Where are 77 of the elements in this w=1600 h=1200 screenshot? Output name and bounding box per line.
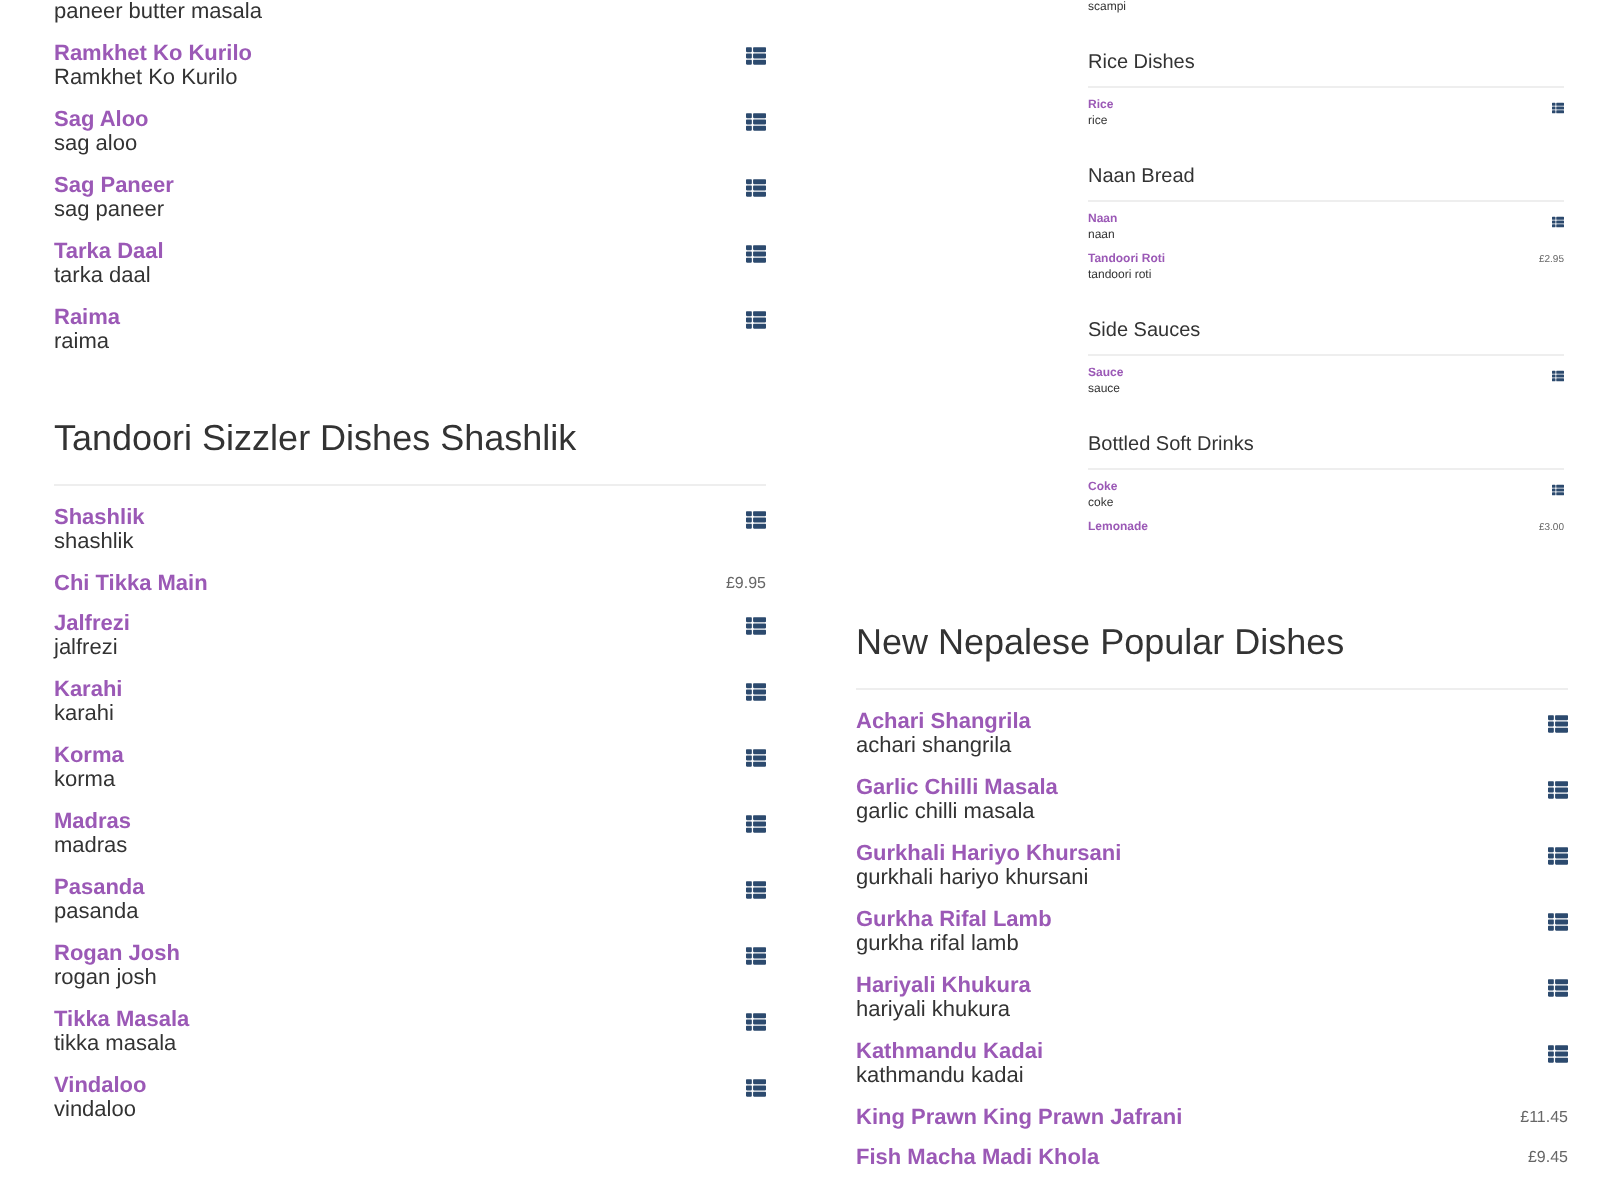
- list-icon[interactable]: [746, 682, 766, 702]
- list-icon[interactable]: [746, 946, 766, 966]
- dish-name[interactable]: Sag Aloo: [54, 108, 149, 132]
- dish-name[interactable]: Karahi: [54, 678, 123, 702]
- dish-name[interactable]: Jalfrezi: [54, 612, 130, 636]
- list-icon[interactable]: [1552, 102, 1564, 114]
- section-heading: New Nepalese Popular Dishes: [856, 620, 1568, 690]
- dish-name[interactable]: Fish Macha Madi Khola: [856, 1146, 1100, 1170]
- dish-name[interactable]: Achari Shangrila: [856, 710, 1031, 734]
- dish-name[interactable]: Tikka Masala: [54, 1008, 190, 1032]
- list-icon[interactable]: [1548, 780, 1568, 800]
- dish-description: sag paneer: [54, 198, 167, 222]
- dish-description: pasanda: [54, 900, 141, 924]
- dish-name[interactable]: Pasanda: [54, 876, 145, 900]
- dish-description: gurkha rifal lamb: [856, 932, 1021, 956]
- dish-name[interactable]: Sag Paneer: [54, 174, 174, 198]
- list-icon[interactable]: [746, 1078, 766, 1098]
- dish-name[interactable]: Rogan Josh: [54, 942, 180, 966]
- dish-description: rogan josh: [54, 966, 159, 990]
- list-icon[interactable]: [1548, 978, 1568, 998]
- item-price: £11.45: [1520, 1106, 1568, 1130]
- list-icon[interactable]: [746, 814, 766, 834]
- list-icon[interactable]: [746, 880, 766, 900]
- dish-name[interactable]: Madras: [54, 810, 132, 834]
- list-icon[interactable]: [746, 616, 766, 636]
- dish-description: raima: [54, 330, 112, 354]
- dish-description: vindaloo: [54, 1098, 138, 1122]
- item-price: £9.45: [1527, 1146, 1568, 1170]
- dish-name[interactable]: Vindaloo: [54, 1074, 147, 1098]
- list-icon[interactable]: [746, 244, 766, 264]
- section-heading: Tandoori Sizzler Dishes Shashlik: [54, 416, 766, 486]
- section-heading: Side Sauces: [1088, 320, 1564, 356]
- list-icon[interactable]: [1548, 912, 1568, 932]
- dish-description: shashlik: [54, 530, 136, 554]
- list-icon[interactable]: [746, 1012, 766, 1032]
- dish-name[interactable]: Gurkhali Hariyo Khursani: [856, 842, 1122, 866]
- list-icon[interactable]: [746, 310, 766, 330]
- dish-description: tikka masala: [54, 1032, 179, 1056]
- list-icon[interactable]: [1548, 846, 1568, 866]
- dish-name[interactable]: Kathmandu Kadai: [856, 1040, 1044, 1064]
- section-heading: Rice Dishes: [1088, 52, 1564, 88]
- dish-name[interactable]: Hariyali Khukura: [856, 974, 1031, 998]
- dish-description: Ramkhet Ko Kurilo: [54, 66, 240, 90]
- dish-description: paneer butter masala: [54, 0, 262, 24]
- list-icon[interactable]: [1552, 484, 1564, 496]
- list-icon[interactable]: [1552, 216, 1564, 228]
- dish-description: tarka daal: [54, 264, 153, 288]
- dish-name[interactable]: Raima: [54, 306, 121, 330]
- dish-description: karahi: [54, 702, 116, 726]
- dish-description: hariyali khukura: [856, 998, 1013, 1022]
- dish-name[interactable]: Ramkhet Ko Kurilo: [54, 42, 253, 66]
- section-heading: Bottled Soft Drinks: [1088, 434, 1564, 470]
- list-icon[interactable]: [746, 46, 766, 66]
- list-icon[interactable]: [1552, 370, 1564, 382]
- list-icon[interactable]: [746, 112, 766, 132]
- dish-name[interactable]: Chi Tikka Main: [54, 572, 208, 596]
- dish-description: jalfrezi: [54, 636, 120, 660]
- dish-name[interactable]: Shashlik: [54, 506, 145, 530]
- dish-name[interactable]: King Prawn King Prawn Jafrani: [856, 1106, 1183, 1130]
- dish-name[interactable]: Gurkha Rifal Lamb: [856, 908, 1052, 932]
- section-heading: Naan Bread: [1088, 166, 1564, 202]
- dish-name[interactable]: Korma: [54, 744, 124, 768]
- dish-name[interactable]: Garlic Chilli Masala: [856, 776, 1058, 800]
- list-icon[interactable]: [746, 510, 766, 530]
- list-icon[interactable]: [746, 178, 766, 198]
- item-price: £9.95: [725, 572, 766, 596]
- list-icon[interactable]: [1548, 714, 1568, 734]
- dish-description: kathmandu kadai: [856, 1064, 1026, 1088]
- dish-description: korma: [54, 768, 118, 792]
- dish-description: sag aloo: [54, 132, 140, 156]
- dish-description: achari shangrila: [856, 734, 1014, 758]
- dish-name[interactable]: Tarka Daal: [54, 240, 164, 264]
- dish-description: madras: [54, 834, 130, 858]
- dish-description: gurkhali hariyo khursani: [856, 866, 1091, 890]
- list-icon[interactable]: [746, 748, 766, 768]
- dish-description: garlic chilli masala: [856, 800, 1037, 824]
- list-icon[interactable]: [1548, 1044, 1568, 1064]
